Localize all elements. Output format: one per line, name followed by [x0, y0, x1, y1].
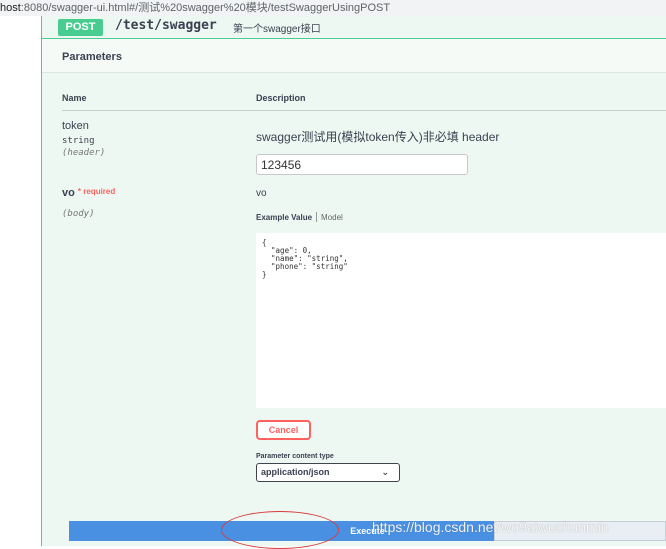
- column-divider: [62, 110, 666, 111]
- column-header-description: Description: [256, 93, 306, 103]
- annotation-ellipse: [221, 511, 339, 549]
- tab-separator: [316, 212, 318, 222]
- token-input[interactable]: 123456: [256, 154, 468, 175]
- content-type-select[interactable]: application/json ⌄: [256, 463, 400, 482]
- browser-url-bar[interactable]: host:8080/swagger-ui.html#/测试%20swagger%…: [0, 0, 666, 16]
- param-vo-row: vo * required: [62, 187, 115, 199]
- column-header-name: Name: [62, 93, 87, 103]
- content-type-value: application/json: [261, 467, 330, 477]
- param-token-location: (header): [62, 148, 106, 158]
- tab-example-value[interactable]: Example Value: [256, 213, 312, 222]
- param-vo-required: * required: [77, 187, 116, 196]
- content-type-label: Parameter content type: [256, 453, 334, 460]
- url-host: host: [0, 2, 21, 14]
- param-token-type: string: [62, 136, 95, 146]
- param-token-name: token: [62, 120, 89, 132]
- param-vo-location: (body): [62, 209, 95, 219]
- operation-path: /test/swagger: [115, 18, 217, 33]
- url-path: :8080/swagger-ui.html#/测试%20swagger%20模块…: [20, 2, 391, 14]
- tab-model[interactable]: Model: [321, 213, 343, 222]
- parameters-section-header: Parameters: [42, 39, 666, 73]
- watermark: https://blog.csdn.net/wo9aiwuchunmin: [372, 519, 609, 535]
- operation-header[interactable]: POST /test/swagger 第一个swagger接口: [41, 16, 666, 39]
- body-tabs: Example Value Model: [256, 212, 343, 222]
- param-vo-description: vo: [256, 188, 267, 199]
- operation-summary: 第一个swagger接口: [233, 24, 321, 35]
- chevron-down-icon: ⌄: [381, 467, 389, 477]
- parameters-title: Parameters: [62, 51, 122, 63]
- request-body-editor[interactable]: { "age": 0, "name": "string", "phone": "…: [256, 233, 666, 408]
- method-badge: POST: [58, 19, 103, 36]
- cancel-button[interactable]: Cancel: [256, 420, 311, 440]
- param-vo-name: vo: [62, 187, 75, 199]
- param-token-description: swagger测试用(模拟token传入)非必填 header: [256, 130, 500, 144]
